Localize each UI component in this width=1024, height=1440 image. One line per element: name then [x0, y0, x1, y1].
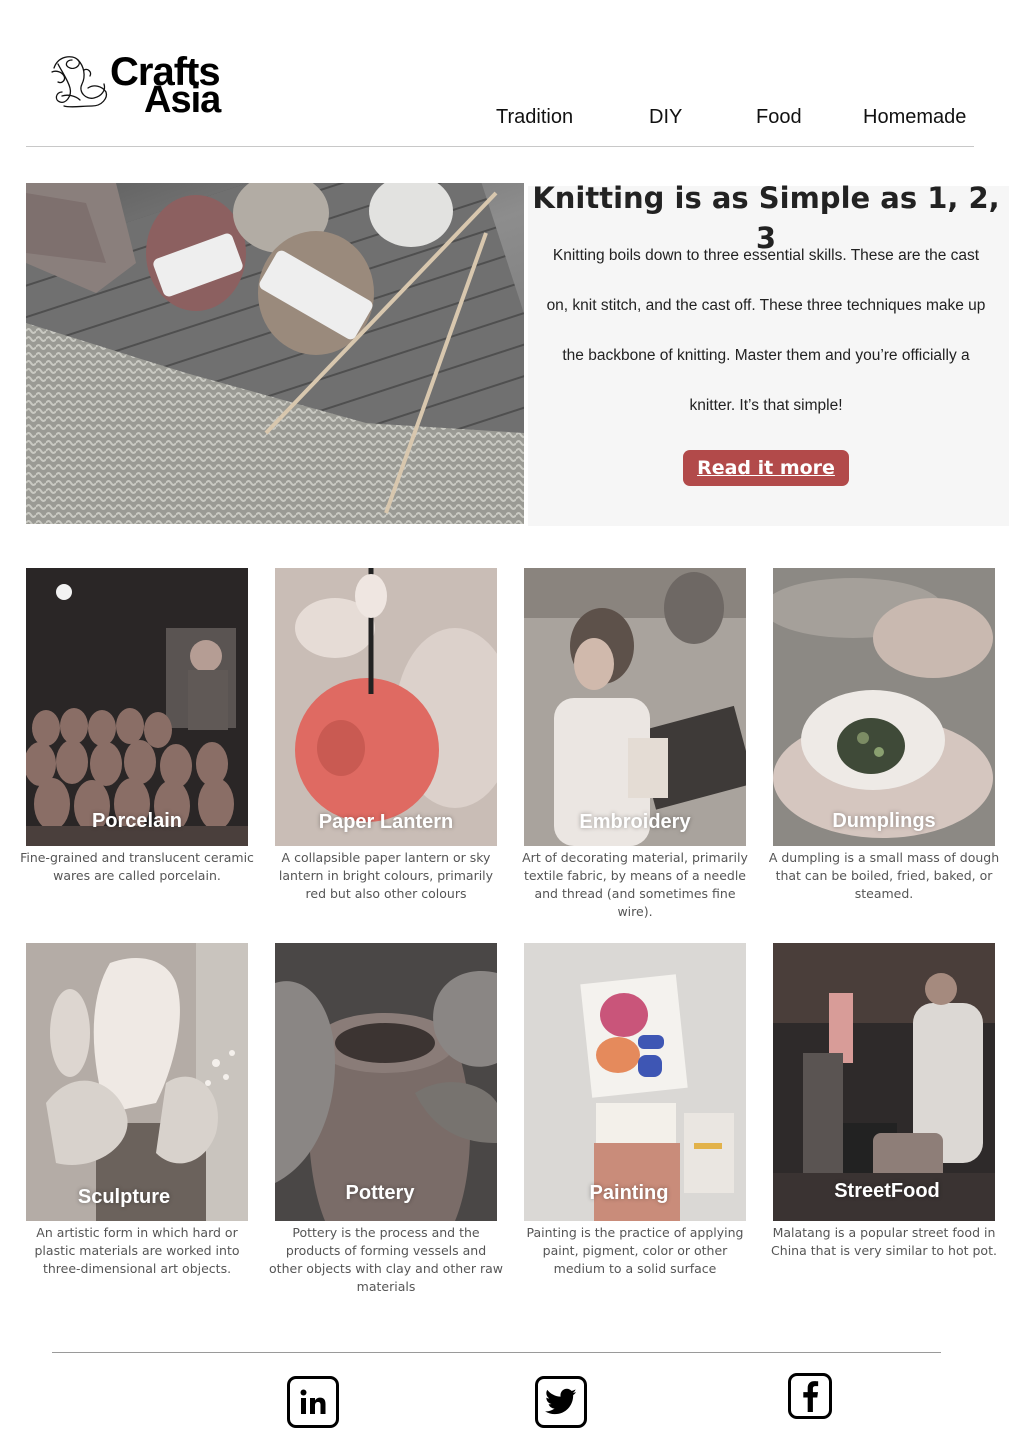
card-title: Dumplings — [832, 810, 936, 832]
card-description: An artistic form in which hard or plasti… — [34, 1225, 240, 1276]
hero-knitting-image — [26, 183, 524, 524]
footer-divider — [52, 1352, 941, 1353]
card-title: StreetFood — [834, 1180, 940, 1202]
card-sculpture[interactable]: Sculpture An artistic form in which hard… — [26, 943, 248, 1278]
hero-description: Knitting boils down to three essential s… — [546, 247, 986, 414]
linkedin-icon[interactable] — [287, 1376, 339, 1428]
card-title: Porcelain — [91, 810, 183, 832]
card-title: Embroidery — [579, 811, 691, 833]
embroidery-image: Embroidery — [524, 568, 746, 846]
card-title: Pottery — [345, 1182, 415, 1204]
card-dumplings[interactable]: Dumplings A dumpling is a small mass of … — [769, 568, 999, 903]
card-pottery[interactable]: Pottery Pottery is the process and the p… — [269, 943, 503, 1296]
painting-image: Painting — [524, 943, 746, 1221]
nav-item-diy[interactable]: DIY — [649, 104, 682, 130]
nav-item-tradition[interactable]: Tradition — [496, 104, 573, 130]
card-description: A collapsible paper lantern or sky lante… — [278, 850, 494, 901]
nav-item-food[interactable]: Food — [756, 104, 802, 130]
card-porcelain[interactable]: Porcelain Fine-grained and translucent c… — [20, 568, 254, 885]
card-paper-lantern[interactable]: Paper Lantern A collapsible paper lanter… — [275, 568, 497, 903]
card-title: Painting — [589, 1182, 669, 1204]
pottery-image: Pottery — [275, 943, 497, 1221]
twitter-icon[interactable] — [535, 1376, 587, 1428]
card-description: Pottery is the process and the products … — [269, 1225, 503, 1294]
hands-logo-icon — [51, 56, 108, 108]
main-nav: Tradition DIY Food Homemade — [0, 104, 1024, 130]
card-embroidery[interactable]: Embroidery Art of decorating material, p… — [522, 568, 748, 921]
card-description: Fine-grained and translucent ceramic war… — [20, 850, 254, 883]
read-more-button[interactable]: Read it more — [683, 450, 849, 486]
streetfood-image: StreetFood — [773, 943, 995, 1221]
header-divider — [26, 146, 974, 147]
card-description: Malatang is a popular street food in Chi… — [771, 1225, 997, 1258]
card-description: A dumpling is a small mass of dough that… — [768, 850, 1000, 901]
card-description: Art of decorating material, primarily te… — [522, 850, 748, 919]
paper-lantern-image: Paper Lantern — [275, 568, 497, 846]
card-painting[interactable]: Painting Painting is the practice of app… — [524, 943, 746, 1278]
porcelain-image: Porcelain — [26, 568, 248, 846]
dumplings-image: Dumplings — [773, 568, 995, 846]
sculpture-image: Sculpture — [26, 943, 248, 1221]
card-title: Paper Lantern — [318, 811, 454, 833]
card-description: Painting is the practice of applying pai… — [526, 1225, 744, 1276]
card-title: Sculpture — [77, 1186, 171, 1208]
facebook-icon[interactable] — [788, 1373, 832, 1419]
card-streetfood[interactable]: StreetFood Malatang is a popular street … — [771, 943, 997, 1260]
nav-item-homemade[interactable]: Homemade — [863, 104, 966, 130]
